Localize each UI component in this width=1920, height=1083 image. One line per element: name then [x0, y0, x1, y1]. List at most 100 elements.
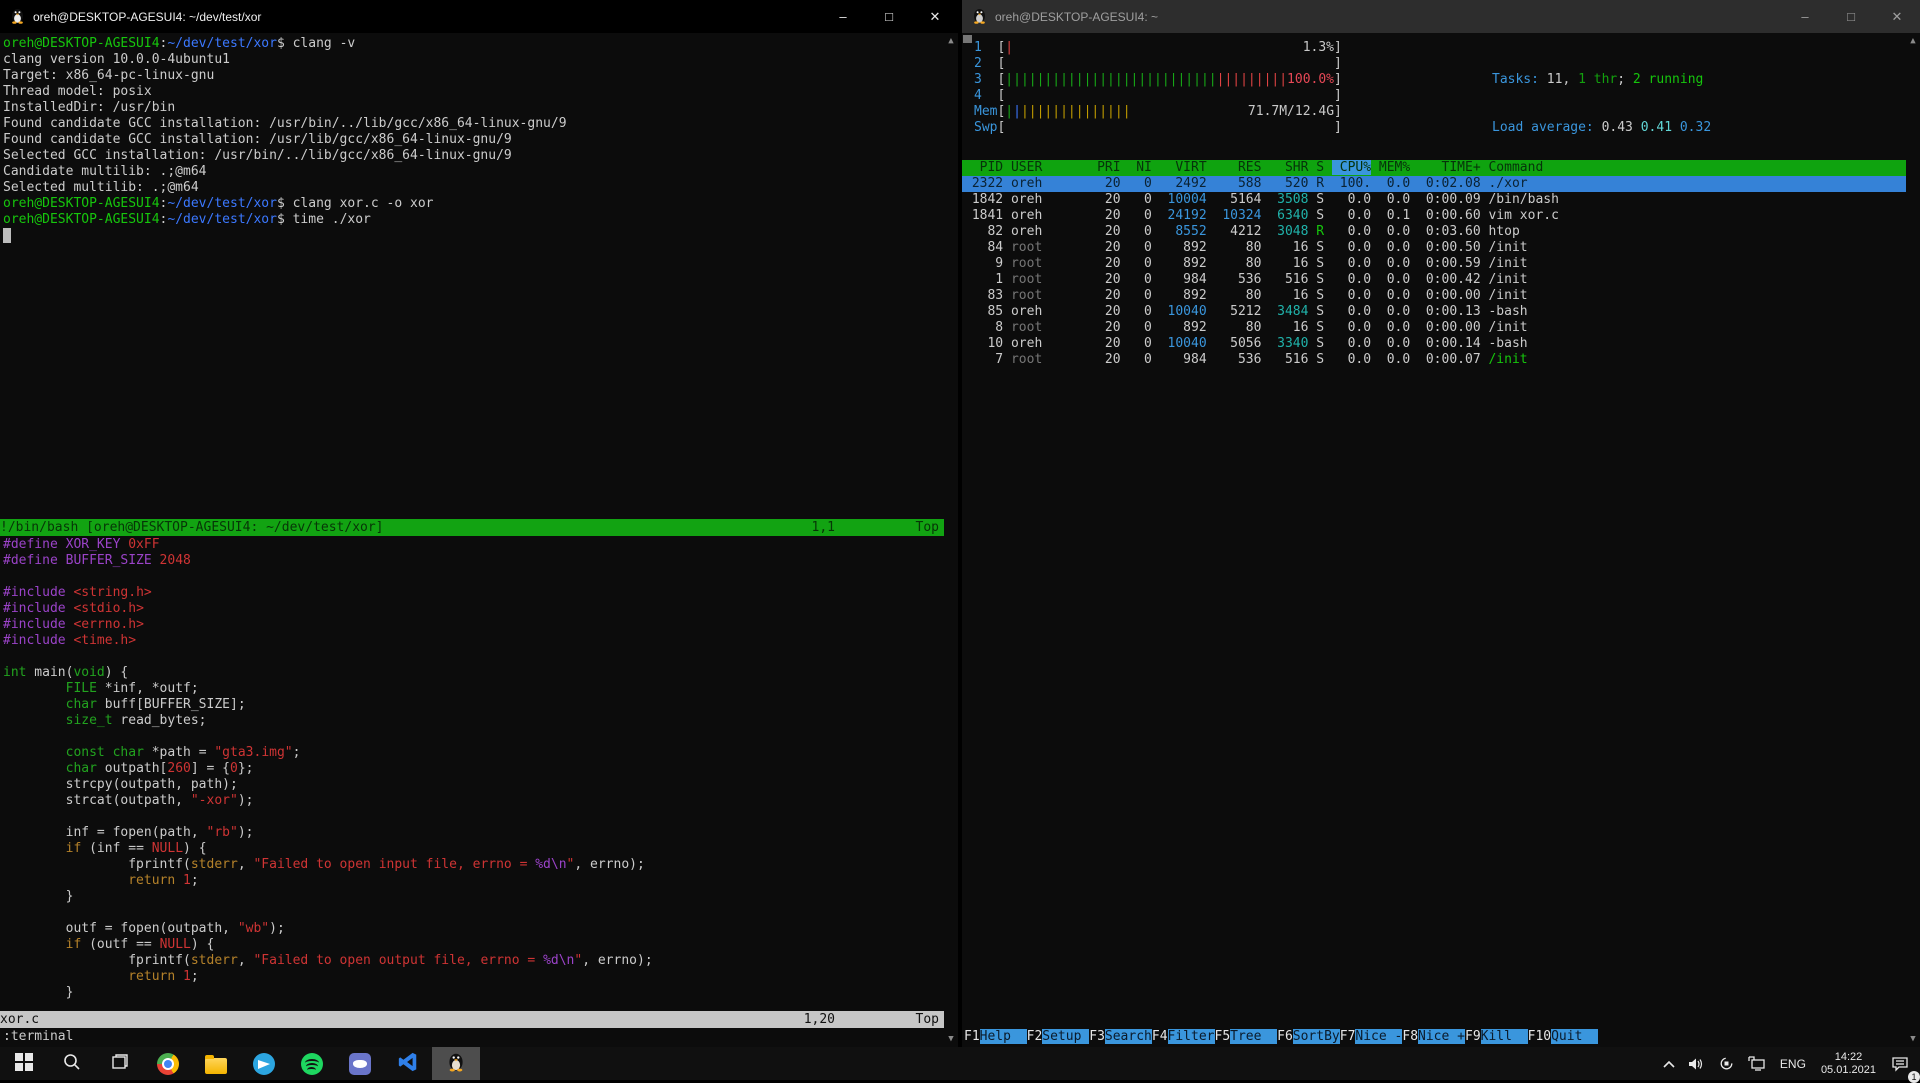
- clock-date: 05.01.2021: [1820, 1063, 1876, 1076]
- code-buffer-xor-c[interactable]: #define XOR_KEY 0xFF #define BUFFER_SIZE …: [3, 537, 653, 1001]
- language-indicator[interactable]: ENG: [1773, 1047, 1813, 1080]
- load-average-line: Load average: 0.43 0.41 0.32: [1492, 120, 1712, 135]
- vim-file-statusline: xor.c 1,20 Top: [0, 1011, 944, 1028]
- statusline-scroll-position: Top: [915, 1011, 939, 1027]
- fkey-f6-label[interactable]: SortBy: [1292, 1029, 1340, 1044]
- fkey-f1[interactable]: F1: [964, 1029, 980, 1044]
- right-window-title: oreh@DESKTOP-AGESUI4: ~: [995, 9, 1159, 24]
- vim-command-line[interactable]: :terminal: [3, 1029, 73, 1045]
- process-row[interactable]: 7 root 20 0 984 536 516 S 0.0 0.0 0:00.0…: [962, 352, 1906, 368]
- fkey-f9-label[interactable]: Kill: [1480, 1029, 1528, 1044]
- statusline-ruler: 1,20: [803, 1011, 835, 1027]
- right-scrollbar[interactable]: ▲ ▼: [1906, 33, 1920, 1047]
- process-row[interactable]: 8 root 20 0 892 80 16 S 0.0 0.0 0:00.00 …: [962, 320, 1906, 336]
- windows-ink-icon[interactable]: [1712, 1047, 1741, 1080]
- statusline-file-name: xor.c: [0, 1011, 40, 1027]
- taskbar: ENG 14:22 05.01.2021 1: [0, 1047, 1920, 1083]
- wsl-tux-icon: [447, 1051, 465, 1076]
- wsl-terminal-button[interactable]: [432, 1047, 480, 1080]
- spotify-button[interactable]: [288, 1047, 336, 1080]
- maximize-button[interactable]: □: [1828, 0, 1874, 33]
- process-row[interactable]: 10 oreh 20 0 10040 5056 3340 S 0.0 0.0 0…: [962, 336, 1906, 352]
- fkey-f10[interactable]: F10: [1528, 1029, 1551, 1044]
- tasks-line: Tasks: 11, 1 thr; 2 running: [1492, 72, 1704, 87]
- system-tray: ENG 14:22 05.01.2021 1: [1656, 1047, 1920, 1083]
- volume-icon[interactable]: [1682, 1047, 1712, 1080]
- telegram-icon: [253, 1052, 275, 1075]
- process-row[interactable]: 84 root 20 0 892 80 16 S 0.0 0.0 0:00.50…: [962, 240, 1906, 256]
- file-explorer-button[interactable]: [192, 1047, 240, 1080]
- fkey-f7-label[interactable]: Nice -: [1355, 1029, 1403, 1044]
- scroll-up-icon[interactable]: ▲: [944, 36, 958, 46]
- fkey-f4-label[interactable]: Filter: [1167, 1029, 1215, 1044]
- process-row[interactable]: 1 root 20 0 984 536 516 S 0.0 0.0 0:00.4…: [962, 272, 1906, 288]
- fkey-f8-label[interactable]: Nice +: [1418, 1029, 1465, 1044]
- close-button[interactable]: ✕: [1874, 0, 1920, 33]
- chrome-button[interactable]: [144, 1047, 192, 1080]
- clock[interactable]: 14:22 05.01.2021: [1813, 1051, 1884, 1077]
- fkey-f2-label[interactable]: Setup: [1042, 1029, 1090, 1044]
- statusline-scroll-position: Top: [915, 519, 939, 535]
- fkey-f2[interactable]: F2: [1027, 1029, 1043, 1044]
- maximize-button[interactable]: □: [866, 0, 912, 33]
- start-button[interactable]: [0, 1047, 48, 1080]
- htop-pane[interactable]: 1[|1.3%]2[0.0%]3[|||||||||||||||||||||||…: [962, 33, 1906, 1047]
- spotify-icon: [301, 1052, 323, 1075]
- vscode-icon: [397, 1051, 419, 1077]
- shell-output[interactable]: oreh@DESKTOP-AGESUI4:~/dev/test/xor$ cla…: [3, 36, 567, 244]
- tux-icon: [972, 7, 987, 27]
- scroll-down-icon[interactable]: ▼: [1906, 1034, 1920, 1044]
- network-icon[interactable]: [1741, 1047, 1773, 1080]
- close-button[interactable]: ✕: [912, 0, 958, 33]
- process-row[interactable]: 85 oreh 20 0 10040 5212 3484 S 0.0 0.0 0…: [962, 304, 1906, 320]
- htop-function-keys[interactable]: F1Help F2Setup F3SearchF4FilterF5Tree F6…: [964, 1029, 1906, 1046]
- file-explorer-icon: [205, 1054, 227, 1074]
- fkey-f8[interactable]: F8: [1402, 1029, 1418, 1044]
- tux-icon: [10, 7, 25, 27]
- scroll-up-icon[interactable]: ▲: [1906, 36, 1920, 46]
- statusline-buffer-name: !/bin/bash [oreh@DESKTOP-AGESUI4: ~/dev/…: [0, 519, 384, 535]
- fkey-f3-label[interactable]: Search: [1104, 1029, 1152, 1044]
- process-row[interactable]: 82 oreh 20 0 8552 4212 3048 R 0.0 0.0 0:…: [962, 224, 1906, 240]
- process-row[interactable]: 83 root 20 0 892 80 16 S 0.0 0.0 0:00.00…: [962, 288, 1906, 304]
- task-view-icon: [110, 1052, 130, 1076]
- task-view-button[interactable]: [96, 1047, 144, 1080]
- fkey-f9[interactable]: F9: [1465, 1029, 1481, 1044]
- vim-terminal-area[interactable]: oreh@DESKTOP-AGESUI4:~/dev/test/xor$ cla…: [0, 33, 944, 1047]
- process-table-header[interactable]: PID USER PRI NI VIRT RES SHR S CPU% MEM%…: [962, 160, 1906, 176]
- notification-center-button[interactable]: 1: [1884, 1047, 1920, 1083]
- process-row[interactable]: 9 root 20 0 892 80 16 S 0.0 0.0 0:00.59 …: [962, 256, 1906, 272]
- minimize-button[interactable]: –: [820, 0, 866, 33]
- fkey-f4[interactable]: F4: [1152, 1029, 1168, 1044]
- search-button[interactable]: [48, 1047, 96, 1080]
- discord-icon: [349, 1052, 371, 1075]
- process-row[interactable]: 2322 oreh 20 0 2492 588 520 R 100. 0.0 0…: [962, 176, 1906, 192]
- process-row[interactable]: 1842 oreh 20 0 10004 5164 3508 S 0.0 0.0…: [962, 192, 1906, 208]
- process-table[interactable]: PID USER PRI NI VIRT RES SHR S CPU% MEM%…: [962, 160, 1906, 368]
- left-titlebar[interactable]: oreh@DESKTOP-AGESUI4: ~/dev/test/xor – □…: [0, 0, 958, 33]
- search-icon: [62, 1052, 82, 1076]
- fkey-f3[interactable]: F3: [1089, 1029, 1105, 1044]
- fkey-f1-label[interactable]: Help: [979, 1029, 1027, 1044]
- fkey-f10-label[interactable]: Quit: [1551, 1029, 1599, 1044]
- process-row[interactable]: 1841 oreh 20 0 24192 10324 6340 S 0.0 0.…: [962, 208, 1906, 224]
- fkey-f6[interactable]: F6: [1277, 1029, 1293, 1044]
- vscode-button[interactable]: [384, 1047, 432, 1080]
- scroll-indicator-block: [963, 35, 972, 43]
- clock-time: 14:22: [1834, 1050, 1863, 1063]
- fkey-f5[interactable]: F5: [1215, 1029, 1231, 1044]
- left-scrollbar[interactable]: ▲ ▼: [944, 33, 958, 1047]
- fkey-f5-label[interactable]: Tree: [1230, 1029, 1278, 1044]
- statusline-ruler: 1,1: [811, 519, 835, 535]
- scroll-down-icon[interactable]: ▼: [944, 1034, 958, 1044]
- vim-terminal-statusline: !/bin/bash [oreh@DESKTOP-AGESUI4: ~/dev/…: [0, 519, 944, 536]
- minimize-button[interactable]: –: [1782, 0, 1828, 33]
- right-titlebar[interactable]: oreh@DESKTOP-AGESUI4: ~ – □ ✕: [962, 0, 1920, 33]
- wsl-terminal-window: oreh@DESKTOP-AGESUI4: ~/dev/test/xor – □…: [0, 0, 958, 1047]
- tray-chevron-button[interactable]: [1656, 1047, 1682, 1080]
- notification-badge: 1: [1908, 1071, 1920, 1083]
- discord-button[interactable]: [336, 1047, 384, 1080]
- telegram-button[interactable]: [240, 1047, 288, 1080]
- chrome-icon: [157, 1052, 179, 1075]
- fkey-f7[interactable]: F7: [1340, 1029, 1356, 1044]
